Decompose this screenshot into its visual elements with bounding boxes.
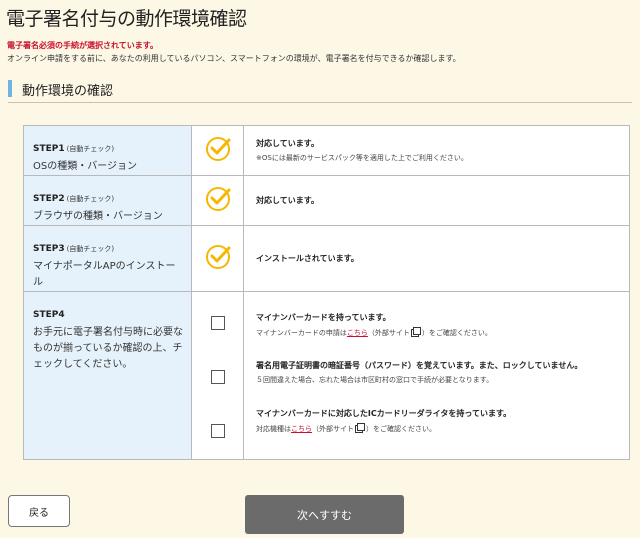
step-label: STEP1 [33,144,65,154]
list-item: マイナンバーカードに対応したICカードリーダライタを持っています。 対応機種はこ… [256,408,621,434]
check-circle-icon [205,244,230,269]
table-row: STEP4 お手元に電子署名付与時に必要なものが揃っているか確認の上、チェックし… [23,291,630,460]
step-description: OSの種類・バージョン [33,161,138,172]
list-item: 署名用電子証明書の暗証番号（パスワード）を覚えています。また、ロックしていません… [256,360,621,408]
external-link-icon [410,327,421,337]
step-auto-check: (自動チェック) [66,245,115,253]
step-auto-check: (自動チェック) [66,145,115,153]
section-title: 動作環境の確認 [22,84,114,99]
page-title: 電子署名付与の動作環境確認 [6,8,247,30]
item-sub-before: マイナンバーカードの申請は [256,329,347,337]
step-description: お手元に電子署名付与時に必要なものが揃っているか確認の上、チェックしてください。 [33,327,183,370]
step1-icon-cell [191,125,244,176]
item-sub-text: 対応機種はこちら（外部サイト ）をご確認ください。 [256,423,621,434]
table-row: STEP2 (自動チェック) ブラウザの種類・バージョン 対応しています。 [23,175,630,226]
step3-cell: STEP3 (自動チェック) マイナポータルAPのインストール [23,225,192,292]
item-sub-end: ）をご確認ください。 [366,425,436,433]
table-row: STEP1 (自動チェック) OSの種類・バージョン 対応しています。 ※OSには… [23,125,630,176]
card-reader-link[interactable]: こちら [291,425,312,433]
item-sub-end: ）をご確認ください。 [421,329,492,337]
section-accent-bar [8,80,12,97]
check-circle-icon [205,186,230,211]
step4-checkbox-cell [191,291,244,460]
table-row: STEP3 (自動チェック) マイナポータルAPのインストール インストールされて… [23,225,630,292]
item-main-text: マイナンバーカードを持っています。 [256,313,391,322]
step-label: STEP4 [33,310,65,320]
step-label: STEP3 [33,244,65,254]
item-sub-text: ５回間違えた場合、忘れた場合は市区町村の窓口で手続が必要となります。 [256,376,494,384]
step-description: ブラウザの種類・バージョン [33,211,163,222]
section-header: 動作環境の確認 [8,78,632,103]
item-sub-after: （外部サイト [312,425,354,433]
check-circle-icon [205,136,230,161]
step4-cell: STEP4 お手元に電子署名付与時に必要なものが揃っているか確認の上、チェックし… [23,291,192,460]
status-note: ※OSには最新のサービスパック等を適用した上でご利用ください。 [256,154,468,162]
step1-status-cell: 対応しています。 ※OSには最新のサービスパック等を適用した上でご利用ください。 [243,125,630,176]
step4-items-cell: マイナンバーカードを持っています。 マイナンバーカードの申請はこちら（外部サイト… [243,291,630,460]
status-text: インストールされています。 [256,254,359,263]
environment-check-table: STEP1 (自動チェック) OSの種類・バージョン 対応しています。 ※OSには… [23,125,630,460]
step2-icon-cell [191,175,244,226]
item-main-text: 署名用電子証明書の暗証番号（パスワード）を覚えています。また、ロックしていません… [256,361,583,370]
status-text: 対応しています。 [256,196,319,205]
step-description: マイナポータルAPのインストール [33,261,176,288]
step1-cell: STEP1 (自動チェック) OSの種類・バージョン [23,125,192,176]
step-label: STEP2 [33,194,65,204]
status-text: 対応しています。 [256,139,319,148]
back-button[interactable]: 戻る [8,495,70,527]
checkbox-have-mynumber-card[interactable] [210,316,225,330]
checkbox-have-card-reader[interactable] [210,424,225,438]
list-item: マイナンバーカードを持っています。 マイナンバーカードの申請はこちら（外部サイト… [256,312,621,360]
item-sub-before: 対応機種は [256,425,291,433]
card-application-link[interactable]: こちら [347,329,368,337]
next-button[interactable]: 次へすすむ [245,495,404,534]
step2-cell: STEP2 (自動チェック) ブラウザの種類・バージョン [23,175,192,226]
step3-icon-cell [191,225,244,292]
notice-required-signature: 電子署名必須の手続が選択されています。 [7,41,158,50]
item-main-text: マイナンバーカードに対応したICカードリーダライタを持っています。 [256,409,512,418]
item-sub-after: （外部サイト [367,329,410,337]
item-sub-text: マイナンバーカードの申請はこちら（外部サイト ）をご確認ください。 [256,327,621,338]
step2-status-cell: 対応しています。 [243,175,630,226]
notice-description: オンライン申請をする前に、あなたの利用しているパソコン、スマートフォンの環境が、… [7,54,461,63]
step3-status-cell: インストールされています。 [243,225,630,292]
step-auto-check: (自動チェック) [66,195,115,203]
external-link-icon [355,423,365,433]
checkbox-know-password[interactable] [210,370,225,384]
